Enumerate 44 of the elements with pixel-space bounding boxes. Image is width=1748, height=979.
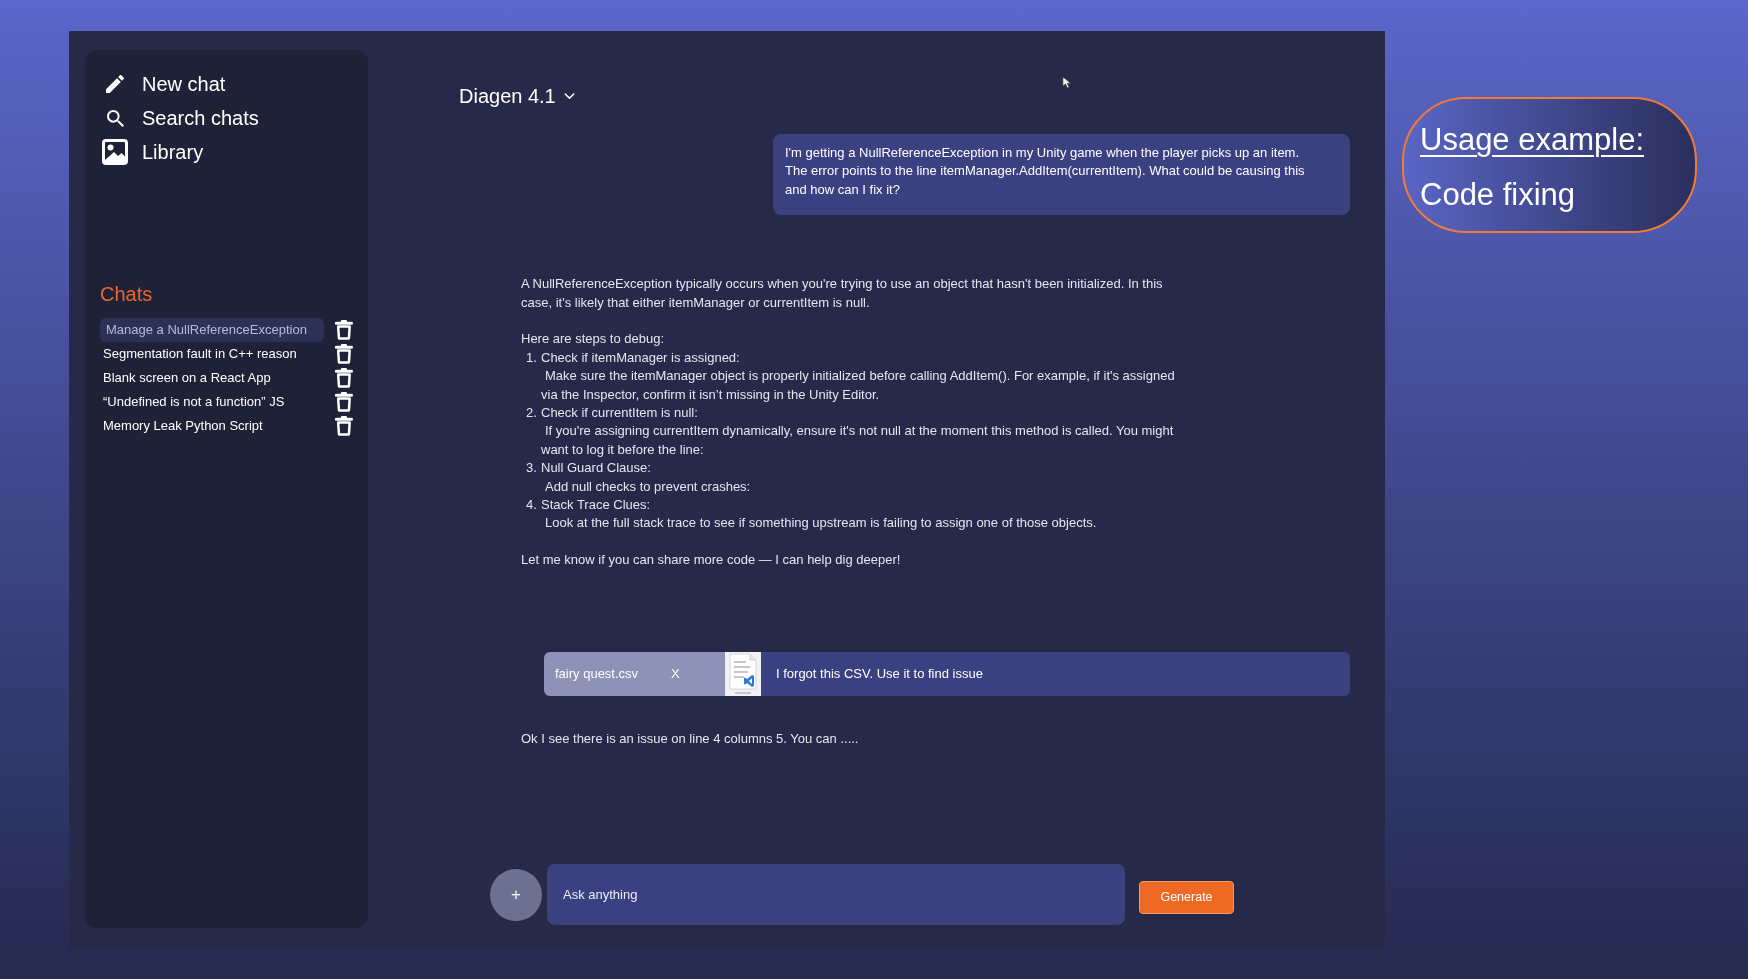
cursor-icon bbox=[1062, 76, 1073, 89]
step-detail: Look at the full stack trace to see if something upstream is failing to assign one of those objects. bbox=[544, 514, 1097, 533]
callout-subtitle: Code fixing bbox=[1420, 176, 1577, 214]
message-text: A NullReferenceException typically occurs when you're trying to use an object that hasn't been initialized. In this case, it's likely that either itemManager or currentItem is null. bbox=[521, 275, 1164, 312]
file-thumbnail bbox=[725, 651, 761, 696]
step-detail: Add null checks to prevent crashes: bbox=[544, 477, 751, 496]
trash-icon[interactable] bbox=[335, 320, 353, 340]
message-text: Ok I see there is an issue on line 4 columns 5. You can ..... bbox=[521, 729, 860, 748]
add-button[interactable]: + bbox=[490, 868, 542, 921]
chat-history-item[interactable]: Manage a NullReferenceException bbox=[100, 318, 325, 342]
trash-icon[interactable] bbox=[335, 416, 353, 436]
user-message: I'm getting a NullReferenceException in my Unity game when the player picks up an item. The error points to the line itemManager.AddItem(currentItem). What could be causing this and how can I fix it? bbox=[773, 134, 1350, 216]
model-selector[interactable]: Diagen 4.1 bbox=[459, 81, 575, 111]
message-text: Let me know if you can share more code — I can help dig deeper! bbox=[521, 551, 902, 570]
chat-history-item[interactable]: Memory Leak Python Script bbox=[100, 414, 325, 438]
pencil-icon bbox=[106, 75, 124, 93]
sidebar-item[interactable]: Library bbox=[100, 135, 353, 169]
list-number: 1. bbox=[525, 348, 538, 367]
list-number: 4. bbox=[525, 496, 538, 515]
step-title: Check if itemManager is assigned: bbox=[541, 348, 741, 367]
file-name: fairy quest.csv bbox=[555, 664, 639, 683]
message-input[interactable]: Ask anything bbox=[547, 864, 1125, 925]
chevron-down-icon bbox=[563, 92, 575, 100]
chat-history-item[interactable]: Blank screen on a React App bbox=[100, 366, 325, 390]
step-title: Check if currentItem is null: bbox=[541, 404, 699, 423]
message-text: Here are steps to debug: bbox=[521, 330, 666, 349]
section-heading: Chats bbox=[100, 282, 153, 307]
message-text: I forgot this CSV. Use it to find issue bbox=[776, 664, 983, 683]
step-detail: Make sure the itemManager object is properly initialized before calling AddItem(). For example, if it's assigned via the Inspector, confirm it isn’t missing in the Unity Editor. bbox=[541, 367, 1176, 404]
step-detail: If you're assigning currentItem dynamically, ensure it's not null at the moment this method is called. You might want to log it before the line: bbox=[541, 422, 1175, 459]
trash-icon[interactable] bbox=[335, 392, 353, 412]
sidebar-item[interactable]: Search chats bbox=[100, 101, 353, 135]
search-icon bbox=[106, 109, 124, 127]
callout-title: Usage example: bbox=[1420, 121, 1645, 159]
trash-icon[interactable] bbox=[335, 368, 353, 388]
sidebar-item[interactable]: New chat bbox=[100, 67, 353, 101]
trash-icon[interactable] bbox=[335, 344, 353, 364]
step-title: Null Guard Clause: bbox=[541, 459, 652, 478]
image-icon bbox=[102, 139, 128, 165]
list-number: 3. bbox=[525, 459, 538, 478]
chat-history-item[interactable]: “Undefined is not a function” JS bbox=[100, 390, 325, 414]
list-number: 2. bbox=[525, 404, 538, 423]
step-title: Stack Trace Clues: bbox=[541, 496, 652, 515]
chat-history-item[interactable]: Segmentation fault in C++ reason bbox=[100, 342, 325, 366]
